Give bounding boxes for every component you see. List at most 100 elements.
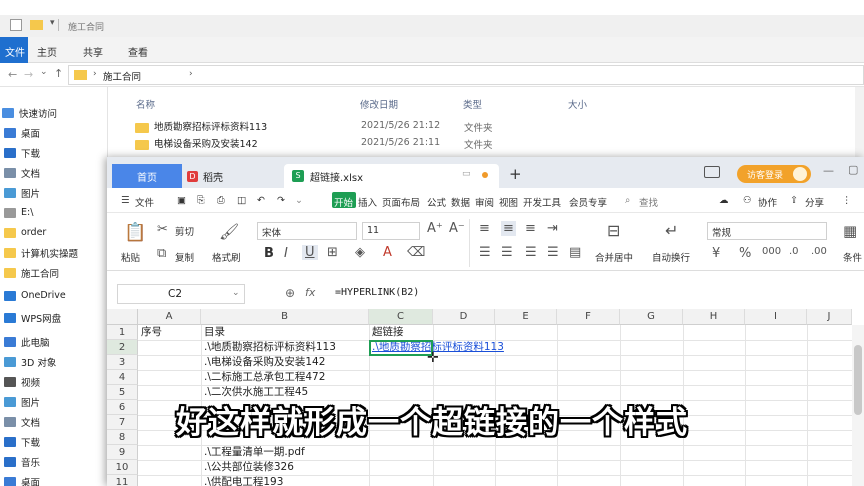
font-grow-icon[interactable]: A⁺ <box>427 221 443 236</box>
nav-item[interactable]: E:\ <box>4 204 33 221</box>
column-header[interactable]: F <box>557 309 620 325</box>
search-label[interactable]: 查找 <box>639 195 658 209</box>
dropdown-arrow-icon[interactable]: ▾ <box>50 18 55 28</box>
align-center-icon[interactable]: ☰ <box>501 245 513 260</box>
clear-format-icon[interactable]: ⌫ <box>407 245 425 260</box>
column-header[interactable]: D <box>433 309 495 325</box>
dropdown-arrow-icon[interactable]: ⌄ <box>295 195 303 206</box>
ribbon-tab-view[interactable]: 查看 <box>128 44 148 59</box>
tab-home[interactable]: 首页 <box>112 164 182 188</box>
underline-icon[interactable]: U <box>302 245 318 260</box>
nav-item[interactable]: 视频 <box>4 373 40 390</box>
format-painter-icon[interactable]: 🖌 <box>219 222 239 241</box>
column-header-modified[interactable]: 修改日期 <box>360 97 398 111</box>
cell-b3[interactable]: .\电梯设备采购及安装142 <box>204 355 325 370</box>
bold-icon[interactable]: B <box>264 246 274 261</box>
wrap-text-button[interactable]: 自动换行 <box>652 250 690 264</box>
nav-item[interactable]: WPS网盘 <box>4 309 61 326</box>
copy-icon[interactable]: ⧉ <box>157 246 166 261</box>
file-row[interactable]: 地质勘察招标评标资料113 2021/5/26 21:12 文件夹 <box>135 119 855 136</box>
font-color-icon[interactable]: A <box>383 245 392 260</box>
collab-label[interactable]: 协作 <box>758 195 777 209</box>
cell-b4[interactable]: .\二标施工总承包工程472 <box>204 370 325 385</box>
new-tab-button[interactable]: + <box>509 165 522 183</box>
column-header[interactable]: J <box>807 309 852 325</box>
menu-developer[interactable]: 开发工具 <box>523 195 561 209</box>
nav-item[interactable]: 计算机实操题 <box>4 244 78 261</box>
address-box[interactable]: › 施工合同 › <box>68 65 864 85</box>
distribute-icon[interactable]: ▤ <box>569 245 581 260</box>
more-icon[interactable]: ⋮ <box>842 195 852 206</box>
row-header[interactable]: 10 <box>107 460 138 475</box>
decrease-decimal-icon[interactable]: .00 <box>811 246 827 257</box>
align-right-icon[interactable]: ☰ <box>525 245 537 260</box>
guest-login-button[interactable]: 访客登录 <box>737 165 811 183</box>
column-header[interactable]: B <box>201 309 369 325</box>
ribbon-file-tab[interactable]: 文件 <box>0 37 28 63</box>
row-header[interactable]: 2 <box>107 340 138 355</box>
italic-icon[interactable]: I <box>284 246 288 261</box>
cell-b2[interactable]: .\地质勘察招标评标资料113 <box>204 340 336 355</box>
menu-view[interactable]: 视图 <box>499 195 518 209</box>
zoom-icon[interactable]: ⊕ <box>285 286 295 300</box>
screen-mode-icon[interactable] <box>704 166 720 178</box>
name-box[interactable]: C2 ⌄ <box>117 284 245 304</box>
nav-item[interactable]: 施工合同 <box>4 264 59 281</box>
nav-item[interactable]: order <box>4 224 46 241</box>
nav-item[interactable]: 3D 对象 <box>4 353 56 370</box>
format-painter-button[interactable]: 格式刷 <box>212 250 241 264</box>
back-icon[interactable]: ← <box>8 68 17 81</box>
menu-insert[interactable]: 插入 <box>358 195 377 209</box>
menu-member[interactable]: 会员专享 <box>569 195 607 209</box>
nav-item[interactable]: 图片 <box>4 184 40 201</box>
cut-icon[interactable]: ✂ <box>157 222 168 237</box>
menu-review[interactable]: 审阅 <box>475 195 494 209</box>
menu-data[interactable]: 数据 <box>451 195 470 209</box>
minimize-icon[interactable]: — <box>823 164 834 177</box>
align-bottom-icon[interactable]: ≡ <box>525 221 536 236</box>
nav-item[interactable]: 桌面 <box>4 473 40 486</box>
maximize-icon[interactable]: ▢ <box>848 163 858 176</box>
save-icon[interactable]: ▣ <box>177 195 186 206</box>
paste-icon[interactable]: 📋 <box>124 222 146 243</box>
conditional-format-icon[interactable]: ▦ <box>843 222 857 240</box>
column-header-size[interactable]: 大小 <box>568 97 587 111</box>
undo-icon[interactable]: ↶ <box>257 195 265 206</box>
font-family-select[interactable]: 宋体 <box>257 222 357 240</box>
align-left-icon[interactable]: ☰ <box>479 245 491 260</box>
column-header-name[interactable]: 名称 <box>136 97 155 111</box>
menu-page-layout[interactable]: 页面布局 <box>382 195 420 209</box>
formula-input[interactable]: =HYPERLINK(B2) <box>335 287 419 298</box>
cloud-icon[interactable]: ☁ <box>719 195 729 206</box>
cell-b11[interactable]: .\供配电工程193 <box>204 475 283 486</box>
select-all-corner[interactable] <box>107 309 138 325</box>
cut-button[interactable]: 剪切 <box>175 224 194 238</box>
column-header[interactable]: A <box>138 309 201 325</box>
chevron-down-icon[interactable]: ⌄ <box>232 288 240 298</box>
thousands-icon[interactable]: 000 <box>762 246 781 257</box>
column-header[interactable]: E <box>495 309 557 325</box>
nav-item[interactable]: 此电脑 <box>4 333 50 350</box>
file-row[interactable]: 电梯设备采购及安装142 2021/5/26 21:11 文件夹 <box>135 136 855 153</box>
align-top-icon[interactable]: ≡ <box>479 221 490 236</box>
wrap-text-icon[interactable]: ↵ <box>665 221 678 240</box>
paste-button[interactable]: 粘贴 <box>121 250 140 264</box>
merge-center-button[interactable]: 合并居中 <box>595 250 633 264</box>
ribbon-tab-home[interactable]: 主页 <box>37 44 57 59</box>
cell-b1[interactable]: 目录 <box>204 325 225 340</box>
column-header[interactable]: H <box>683 309 745 325</box>
print-icon[interactable]: ⎙ <box>217 195 225 206</box>
nav-item[interactable]: 音乐 <box>4 453 40 470</box>
row-header[interactable]: 3 <box>107 355 138 370</box>
tab-daoke[interactable]: D 稻壳 <box>183 164 283 188</box>
collab-icon[interactable]: ⚇ <box>743 195 752 206</box>
export-icon[interactable]: ⎘ <box>197 195 205 206</box>
font-size-select[interactable]: 11 <box>362 222 420 240</box>
row-header[interactable]: 9 <box>107 445 138 460</box>
row-header[interactable]: 1 <box>107 325 138 340</box>
window-restore-icon[interactable]: ▭ <box>462 169 471 179</box>
font-shrink-icon[interactable]: A⁻ <box>449 221 465 236</box>
column-header[interactable]: G <box>620 309 683 325</box>
nav-item[interactable]: 下载 <box>4 144 40 161</box>
forward-icon[interactable]: → <box>24 68 33 81</box>
